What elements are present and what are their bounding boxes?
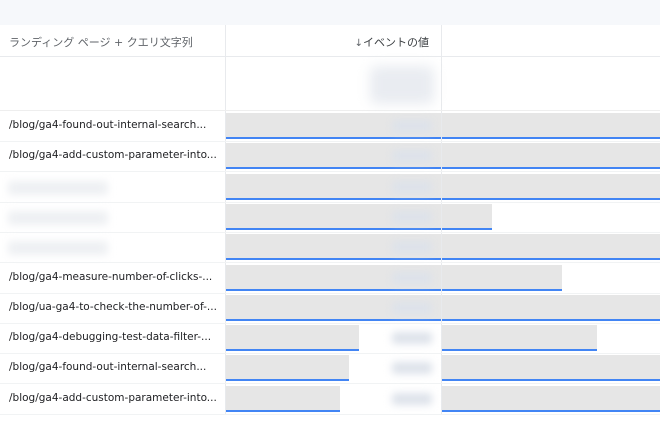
- redacted-event-value: [392, 301, 432, 314]
- redacted-event-value: [392, 392, 432, 405]
- redacted-event-value: [392, 150, 432, 163]
- secondary-bar: [442, 113, 660, 139]
- event-value-bar: [226, 355, 349, 382]
- row-label[interactable]: /blog/ga4-found-out-internal-search...: [9, 361, 221, 373]
- redacted-row-label: [8, 241, 108, 256]
- column-header-event-value-label: イベントの値: [363, 36, 429, 49]
- arrow-down-icon: ↓: [354, 38, 363, 49]
- table-header: ランディング ページ + クエリ文字列 ↓イベントの値: [0, 25, 660, 57]
- table-row[interactable]: [0, 202, 660, 233]
- redacted-event-value: [392, 241, 432, 254]
- event-value-bar: [226, 385, 340, 412]
- top-bar: [0, 0, 660, 25]
- table-row[interactable]: /blog/ga4-measure-number-of-clicks-...: [0, 263, 660, 294]
- row-label[interactable]: /blog/ga4-found-out-internal-search...: [9, 119, 221, 131]
- secondary-bar: [442, 294, 660, 321]
- row-label[interactable]: /blog/ga4-debugging-test-data-filter-...: [9, 331, 221, 343]
- secondary-bar: [442, 203, 493, 230]
- row-label[interactable]: /blog/ua-ga4-to-check-the-number-of-...: [9, 301, 221, 313]
- totals-row: [0, 57, 660, 111]
- table-row[interactable]: /blog/ga4-add-custom-parameter-into...: [0, 141, 660, 173]
- redacted-event-value: [392, 271, 432, 284]
- secondary-bar: [442, 325, 597, 352]
- table-row[interactable]: /blog/ua-ga4-to-check-the-number-of-...: [0, 293, 660, 324]
- redacted-total-value: [370, 66, 434, 104]
- secondary-bar: [442, 385, 660, 412]
- table-row[interactable]: [0, 172, 660, 203]
- redacted-event-value: [392, 210, 432, 223]
- secondary-bar: [442, 355, 660, 382]
- redacted-row-label: [8, 180, 108, 195]
- redacted-event-value: [392, 120, 432, 132]
- redacted-event-value: [392, 362, 432, 375]
- column-header-landing-page[interactable]: ランディング ページ + クエリ文字列: [9, 34, 193, 50]
- table-row[interactable]: /blog/ga4-found-out-internal-search...: [0, 111, 660, 142]
- secondary-bar: [442, 234, 660, 261]
- row-label[interactable]: /blog/ga4-add-custom-parameter-into...: [9, 149, 221, 161]
- secondary-bar: [442, 143, 660, 170]
- table-row[interactable]: /blog/ga4-debugging-test-data-filter-...: [0, 323, 660, 355]
- redacted-event-value: [392, 332, 432, 345]
- table-row[interactable]: /blog/ga4-found-out-internal-search...: [0, 353, 660, 385]
- row-label[interactable]: /blog/ga4-measure-number-of-clicks-...: [9, 271, 221, 283]
- table-row[interactable]: [0, 232, 660, 264]
- redacted-event-value: [392, 180, 432, 193]
- table-row[interactable]: /blog/ga4-add-custom-parameter-into...: [0, 384, 660, 415]
- redacted-row-label: [8, 210, 108, 225]
- secondary-bar: [442, 264, 562, 291]
- event-value-bar: [226, 325, 360, 352]
- column-header-event-value[interactable]: ↓イベントの値: [355, 34, 429, 50]
- secondary-bar: [442, 173, 660, 200]
- row-label[interactable]: /blog/ga4-add-custom-parameter-into...: [9, 392, 221, 404]
